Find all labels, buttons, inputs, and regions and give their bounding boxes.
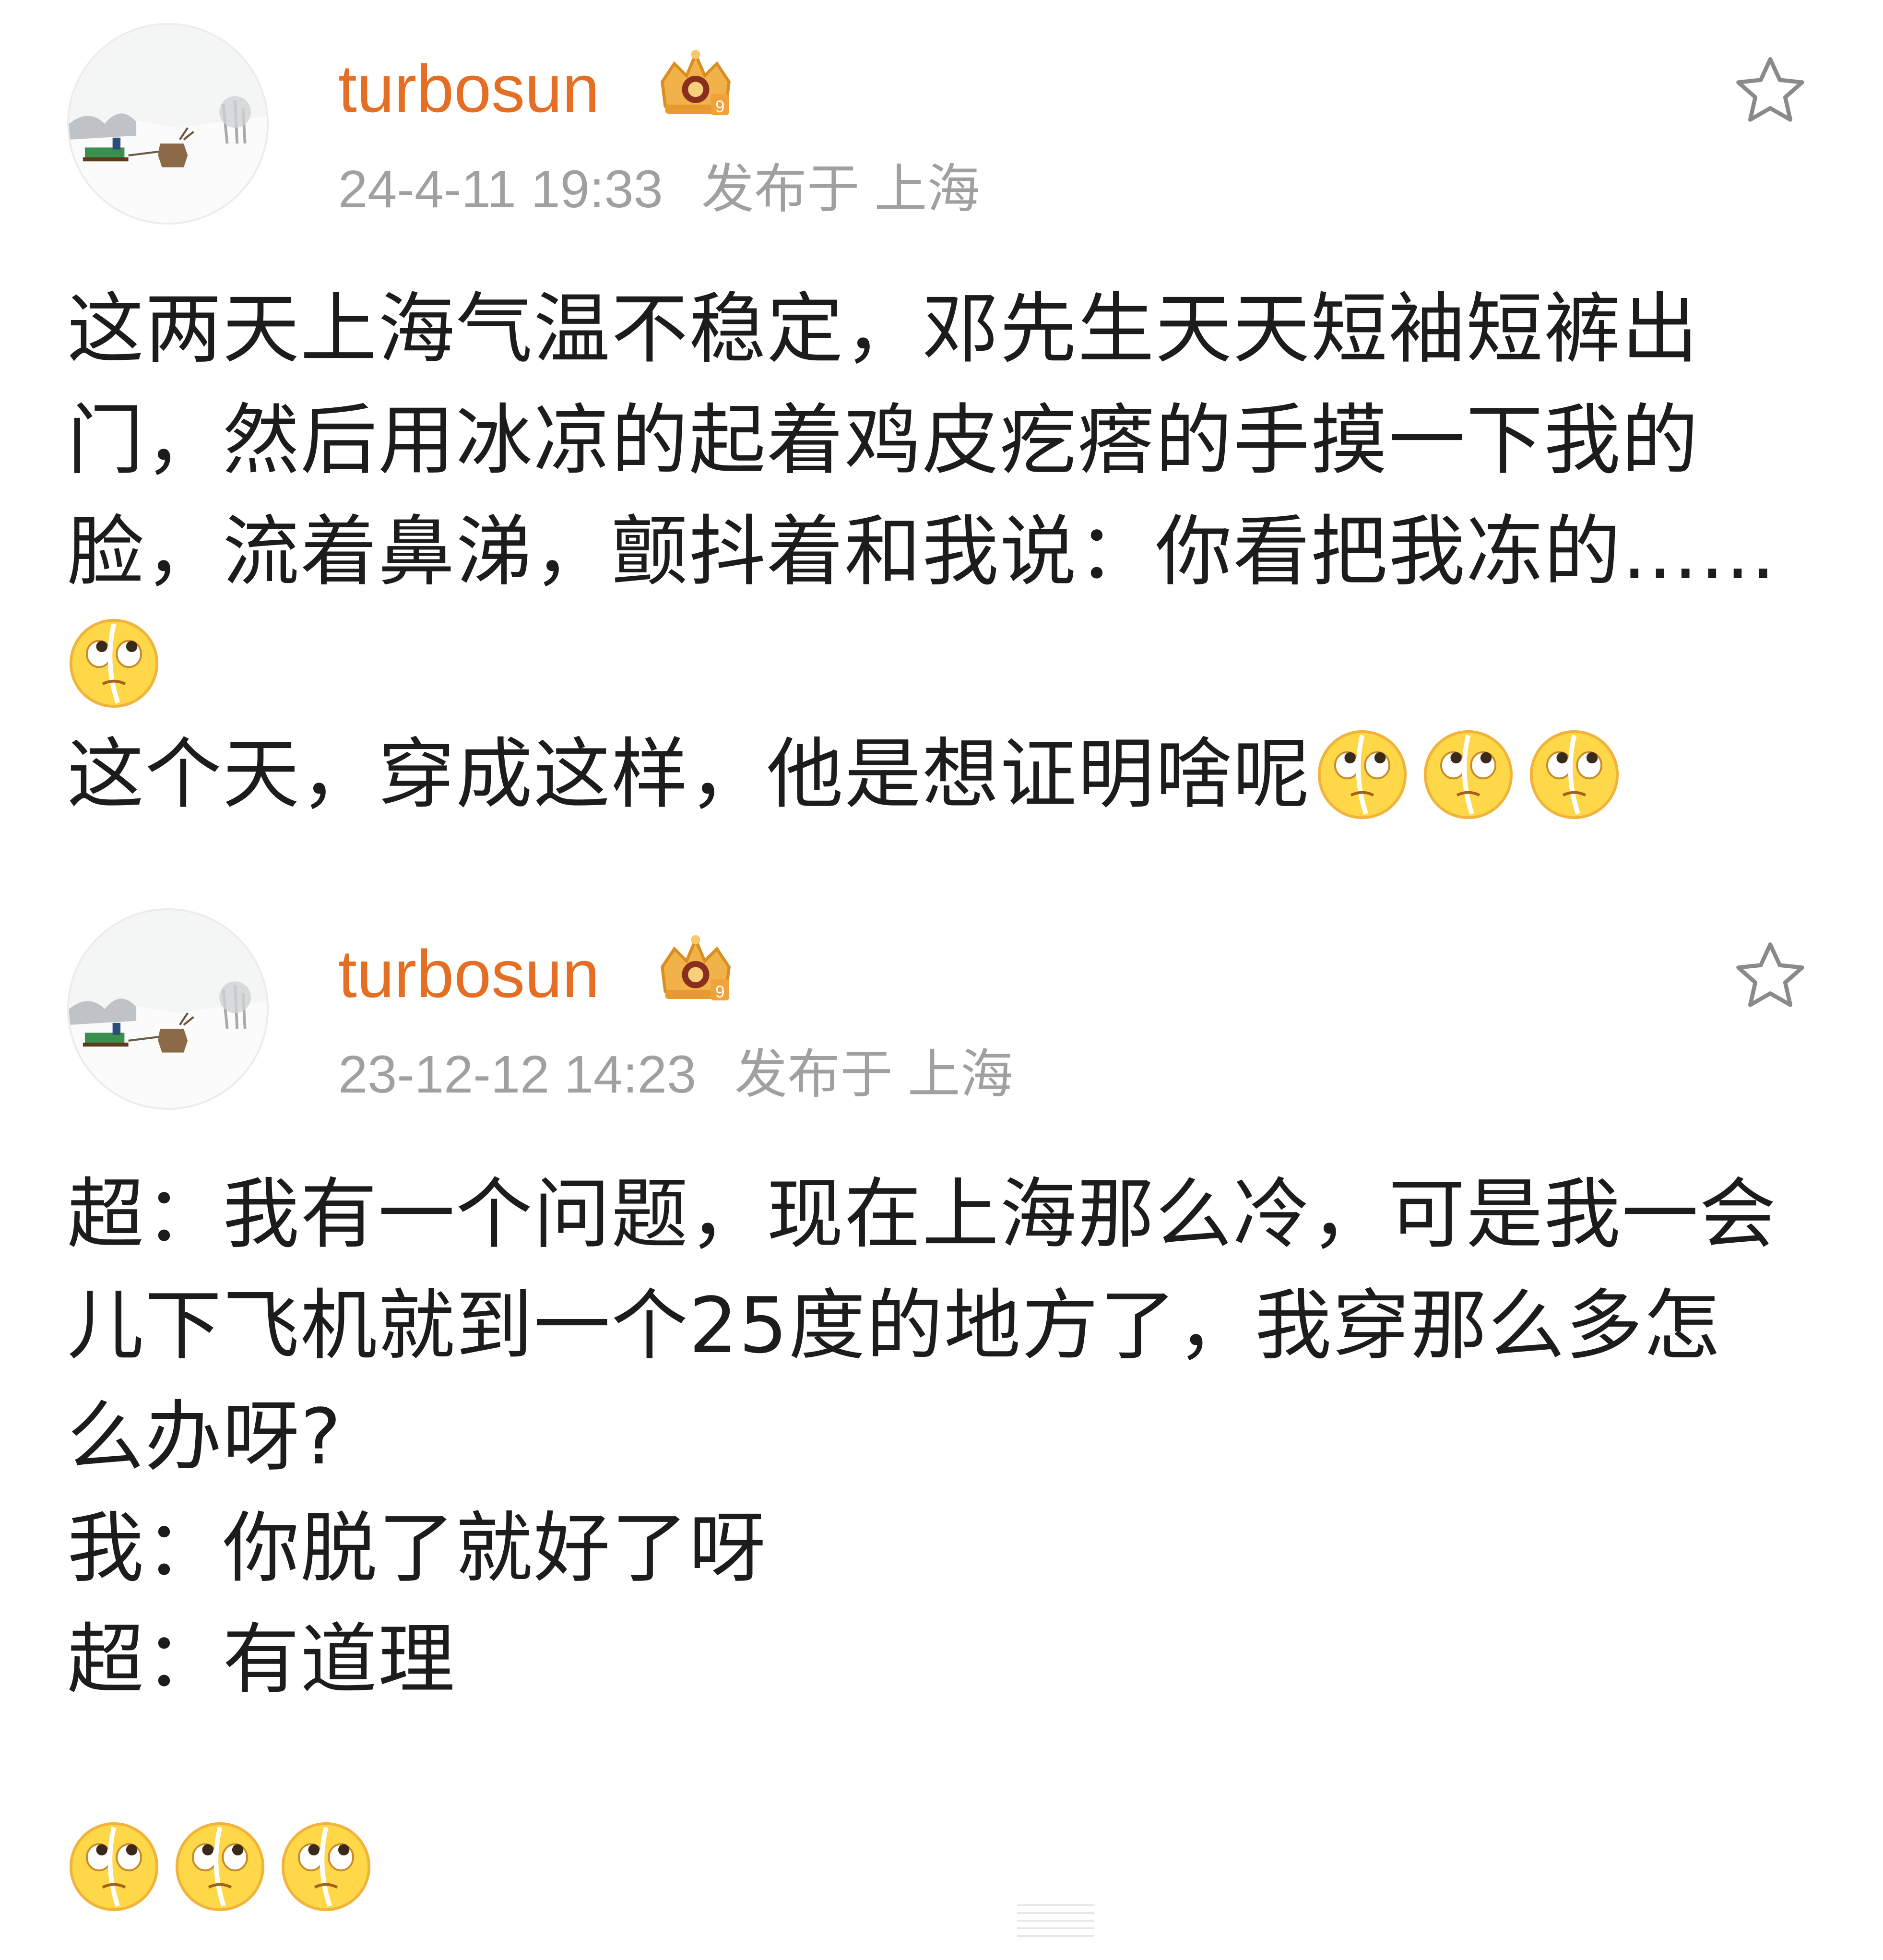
eye-roll-emoji	[67, 617, 161, 710]
star-icon[interactable]	[1729, 50, 1811, 132]
text-line: 超：我有一个问题，现在上海那么冷，可是我一会	[67, 1169, 1777, 1259]
svg-text:9: 9	[715, 983, 724, 1001]
avatar-image	[69, 25, 267, 223]
text-line: 这个天，穿成这样，他是想证明啥呢	[67, 729, 1311, 819]
post-body: 超：我有一个问题，现在上海那么冷，可是我一会 儿下飞机就到一个25度的地方了，我…	[67, 1159, 1823, 1715]
eye-roll-emoji	[1528, 728, 1621, 821]
text-line: 儿下飞机就到一个25度的地方了，我穿那么多怎	[67, 1281, 1721, 1370]
text-line: 这两天上海气温不稳定，邓先生天天短袖短裤出	[67, 284, 1700, 374]
eye-roll-emoji	[173, 1820, 267, 1913]
crown-badge-icon[interactable]: 9	[650, 48, 741, 125]
text-line: 么办呀?	[67, 1392, 342, 1482]
emoji-row	[67, 1818, 385, 1914]
eye-roll-emoji	[1315, 728, 1409, 821]
text-line: 我：你脱了就好了呀	[67, 1503, 767, 1593]
location: 发布于 上海	[701, 160, 980, 219]
star-icon[interactable]	[1729, 936, 1811, 1017]
emoji-line	[67, 607, 1823, 719]
avatar[interactable]	[67, 908, 269, 1110]
svg-text:9: 9	[715, 97, 724, 116]
avatar[interactable]	[67, 23, 269, 225]
avatar-image	[69, 910, 267, 1108]
username[interactable]: turbosun	[338, 48, 600, 130]
post-meta: 24-4-11 19:33 发布于 上海	[338, 158, 980, 221]
timestamp: 23-12-12 14:23	[338, 1045, 697, 1104]
post-meta: 23-12-12 14:23 发布于 上海	[338, 1044, 1013, 1106]
crown-badge-icon[interactable]: 9	[650, 933, 741, 1010]
text-line: 超：有道理	[67, 1615, 456, 1704]
username[interactable]: turbosun	[338, 933, 600, 1015]
watermark-icon	[1017, 1904, 1094, 1937]
eye-roll-emoji	[67, 1820, 161, 1913]
location: 发布于 上海	[734, 1045, 1013, 1104]
post-body: 这两天上海气温不稳定，邓先生天天短袖短裤出 门，然后用冰凉的起着鸡皮疙瘩的手摸一…	[67, 273, 1823, 830]
timestamp: 24-4-11 19:33	[338, 160, 663, 219]
text-line: 门，然后用冰凉的起着鸡皮疙瘩的手摸一下我的	[67, 395, 1700, 485]
eye-roll-emoji	[1421, 728, 1515, 821]
text-line: 脸，流着鼻涕，颤抖着和我说：你看把我冻的……	[67, 507, 1777, 596]
eye-roll-emoji	[279, 1820, 373, 1913]
text-line-with-emojis: 这个天，穿成这样，他是想证明啥呢	[67, 719, 1823, 830]
